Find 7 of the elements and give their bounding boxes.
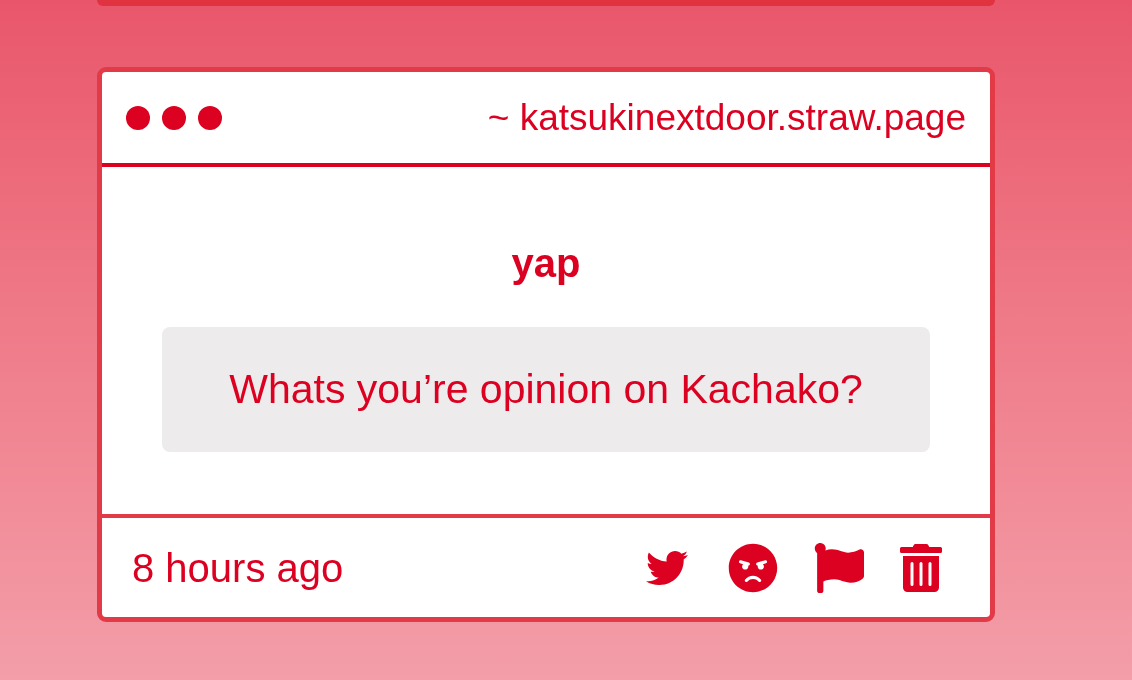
angry-face-icon[interactable]	[728, 542, 778, 593]
question-text: Whats you’re opinion on Kachako?	[229, 369, 863, 410]
site-url: ~ katsukinextdoor.straw.page	[487, 99, 966, 136]
flag-icon[interactable]	[814, 542, 864, 593]
time-ago: 8 hours ago	[132, 547, 344, 588]
post-title: yap	[511, 243, 581, 283]
trash-icon[interactable]	[900, 543, 942, 592]
